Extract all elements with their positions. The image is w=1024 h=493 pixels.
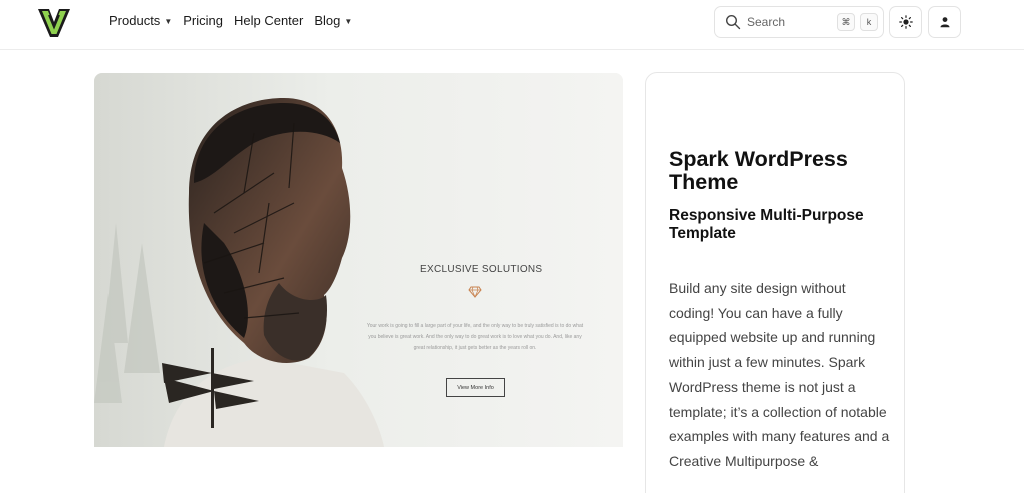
chevron-down-icon: ▼	[344, 17, 353, 26]
nav-products-label: Products	[109, 13, 161, 28]
nav-blog-label: Blog	[314, 13, 341, 28]
user-icon	[940, 17, 949, 28]
v-logo-icon[interactable]	[37, 8, 71, 38]
top-nav-bar: Products ▼ Pricing Help Center Blog ▼ Se…	[0, 0, 1024, 50]
product-info-card: Spark WordPress Theme Responsive Multi-P…	[645, 72, 905, 493]
user-account-button[interactable]	[928, 6, 961, 38]
chevron-down-icon: ▼	[164, 17, 173, 26]
product-subtitle: Responsive Multi-Purpose Template	[669, 207, 864, 242]
search-box[interactable]: Search ⌘ k	[714, 6, 884, 38]
product-preview-image: EXCLUSIVE SOLUTIONS Your work is going t…	[94, 73, 623, 447]
shortcut-key-cmd: ⌘	[837, 13, 855, 31]
main-nav: Products ▼ Pricing Help Center Blog ▼	[109, 13, 363, 28]
sun-icon	[898, 15, 913, 29]
search-icon	[725, 14, 741, 30]
nav-pricing[interactable]: Pricing	[183, 13, 223, 28]
product-description: Build any site design without coding! Yo…	[669, 280, 890, 469]
nav-help-center-label: Help Center	[233, 13, 304, 28]
product-title: Spark WordPress Theme	[669, 147, 848, 194]
hero-body-text: Your work is going to fill a large part …	[366, 323, 584, 351]
nav-help-center[interactable]: Help Center	[234, 13, 303, 28]
nav-blog[interactable]: Blog ▼	[314, 13, 352, 28]
diamond-icon	[468, 286, 482, 298]
hero-heading: EXCLUSIVE SOLUTIONS	[420, 264, 543, 275]
shortcut-key-k: k	[860, 13, 878, 31]
theme-toggle-button[interactable]	[889, 6, 922, 38]
nav-products[interactable]: Products ▼	[109, 13, 172, 28]
search-label: Search	[747, 15, 786, 29]
nav-pricing-label: Pricing	[183, 13, 223, 28]
double-exposure-portrait-image	[94, 73, 623, 447]
view-more-info-button[interactable]: View More Info	[446, 378, 505, 397]
